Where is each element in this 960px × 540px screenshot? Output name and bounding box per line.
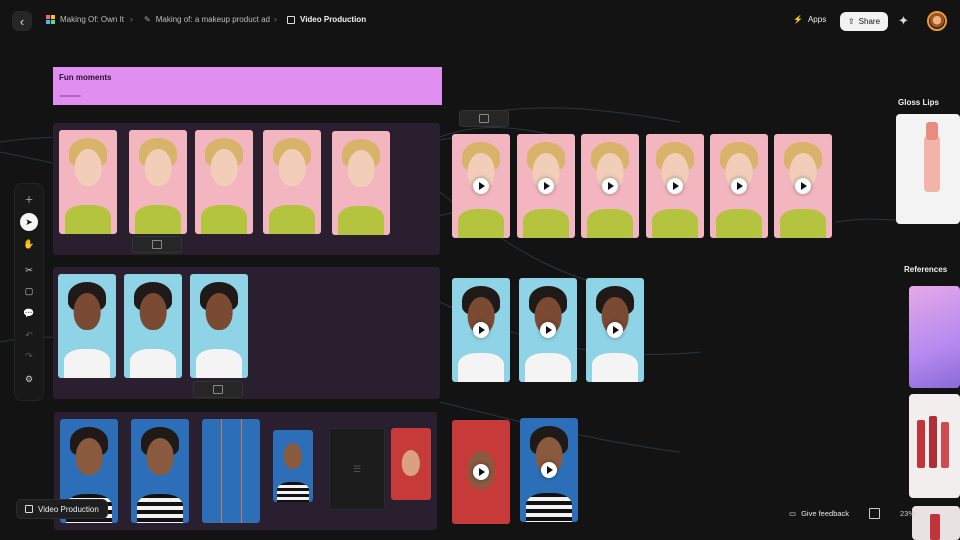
- lipstick-tube: [941, 422, 949, 468]
- gloss-lips-image[interactable]: [896, 114, 960, 224]
- settings-icon[interactable]: ⚙: [20, 370, 38, 388]
- back-button[interactable]: ‹: [12, 11, 32, 31]
- workflow-chip[interactable]: Video Production: [16, 499, 108, 519]
- video-thumbnail[interactable]: [452, 134, 510, 238]
- chevron-right-icon: ›: [130, 14, 133, 24]
- video-thumbnail[interactable]: [519, 278, 577, 382]
- apps-label: Apps: [807, 15, 827, 24]
- lipstick-tube: [917, 420, 925, 468]
- reference-image[interactable]: [912, 506, 960, 540]
- avatar[interactable]: [927, 11, 947, 31]
- workflow-label: Video Production: [38, 504, 99, 514]
- play-icon[interactable]: [473, 464, 489, 480]
- video-node-button[interactable]: [459, 110, 509, 127]
- list-icon: ☰: [352, 463, 362, 474]
- video-thumbnail[interactable]: [520, 418, 578, 522]
- hand-icon[interactable]: ✋: [20, 235, 38, 253]
- play-icon[interactable]: [541, 462, 557, 478]
- play-icon[interactable]: [795, 178, 811, 194]
- grid-icon: [152, 240, 162, 249]
- play-icon[interactable]: [731, 178, 747, 194]
- video-thumbnail[interactable]: [452, 420, 510, 524]
- apps-button[interactable]: ⚡ Apps: [793, 15, 826, 24]
- image-thumbnail[interactable]: [58, 274, 116, 378]
- feedback-icon: ▭: [789, 509, 797, 518]
- breadcrumb-label: Making of: a makeup product ad: [155, 15, 270, 24]
- reference-image[interactable]: [909, 286, 960, 388]
- breadcrumb-item-current[interactable]: Video Production: [287, 15, 366, 24]
- play-icon[interactable]: [473, 322, 489, 338]
- chevron-right-icon: ›: [274, 14, 277, 24]
- image-thumbnail[interactable]: [263, 130, 321, 234]
- play-icon[interactable]: [538, 178, 554, 194]
- gloss-tube: [924, 136, 940, 192]
- group-node-button[interactable]: [132, 236, 182, 253]
- image-thumbnail[interactable]: [195, 130, 253, 234]
- top-bar: ‹ Making Of: Own It › ✎ Making of: a mak…: [0, 0, 960, 42]
- play-icon[interactable]: [607, 322, 623, 338]
- video-thumbnail[interactable]: [517, 134, 575, 238]
- image-thumbnail[interactable]: [129, 130, 187, 234]
- map-icon[interactable]: [869, 508, 880, 519]
- image-thumbnail[interactable]: [131, 419, 189, 523]
- chevron-left-icon: ‹: [19, 13, 25, 29]
- sparkle-icon[interactable]: ✦: [898, 13, 909, 29]
- reference-image[interactable]: [909, 394, 960, 498]
- banner-subtitle-line: [59, 95, 81, 97]
- cursor-icon[interactable]: ➤: [20, 213, 38, 231]
- undo-icon[interactable]: ↶: [20, 326, 38, 344]
- scissors-icon[interactable]: ✂: [20, 261, 38, 279]
- empty-placeholder[interactable]: ☰: [329, 428, 385, 510]
- app-icon: [46, 15, 55, 24]
- share-label: Share: [858, 17, 881, 26]
- breadcrumb-item-making-of[interactable]: ✎ Making of: a makeup product ad: [144, 15, 270, 24]
- lipstick-tube: [929, 416, 937, 468]
- gloss-cap: [926, 122, 938, 140]
- lipstick-tube: [930, 514, 940, 540]
- bolt-icon: ⚡: [793, 15, 803, 24]
- play-icon[interactable]: [667, 178, 683, 194]
- video-thumbnail[interactable]: [646, 134, 704, 238]
- note-icon[interactable]: ▢: [20, 282, 38, 300]
- image-thumbnail[interactable]: [190, 274, 248, 378]
- image-thumbnail[interactable]: [332, 131, 390, 235]
- play-icon[interactable]: [540, 322, 556, 338]
- tool-palette: ＋ ➤ ✋ ✂ ▢ 💬 ↶ ↷ ⚙: [14, 183, 44, 401]
- play-icon[interactable]: [473, 178, 489, 194]
- give-feedback-button[interactable]: ▭ Give feedback: [789, 509, 849, 518]
- video-thumbnail[interactable]: [581, 134, 639, 238]
- fun-moments-banner[interactable]: Fun moments: [53, 67, 442, 105]
- comment-icon[interactable]: 💬: [20, 304, 38, 322]
- image-thumbnail[interactable]: [391, 428, 431, 500]
- redo-icon[interactable]: ↷: [20, 347, 38, 365]
- feedback-label: Give feedback: [801, 509, 850, 518]
- grid-icon: [213, 385, 223, 394]
- plus-icon[interactable]: ＋: [20, 190, 38, 208]
- image-thumbnail[interactable]: [59, 130, 117, 234]
- breadcrumb-label: Video Production: [300, 15, 367, 24]
- video-thumbnail[interactable]: [586, 278, 644, 382]
- zoom-level[interactable]: 23%: [900, 509, 915, 518]
- video-thumbnail[interactable]: [452, 278, 510, 382]
- grid-icon: [479, 114, 489, 123]
- video-thumbnail[interactable]: [774, 134, 832, 238]
- image-thumbnail[interactable]: [273, 430, 313, 502]
- play-icon[interactable]: [602, 178, 618, 194]
- share-icon: ⇪: [847, 17, 855, 26]
- references-label: References: [904, 265, 948, 274]
- share-button[interactable]: ⇪ Share: [840, 12, 888, 31]
- video-icon: [25, 505, 33, 513]
- breadcrumb-item-project[interactable]: Making Of: Own It: [46, 15, 124, 24]
- video-thumbnail[interactable]: [710, 134, 768, 238]
- video-icon: [287, 15, 295, 24]
- image-thumbnail[interactable]: [124, 274, 182, 378]
- banner-title: Fun moments: [59, 73, 112, 82]
- group-node-button[interactable]: [193, 381, 243, 398]
- gloss-lips-label: Gloss Lips: [898, 98, 939, 107]
- canvas[interactable]: Fun moments ☰ Gloss Lips References: [0, 42, 960, 540]
- image-thumbnail[interactable]: [202, 419, 260, 523]
- generate-icon: ✎: [144, 15, 151, 24]
- breadcrumb-label: Making Of: Own It: [60, 15, 125, 24]
